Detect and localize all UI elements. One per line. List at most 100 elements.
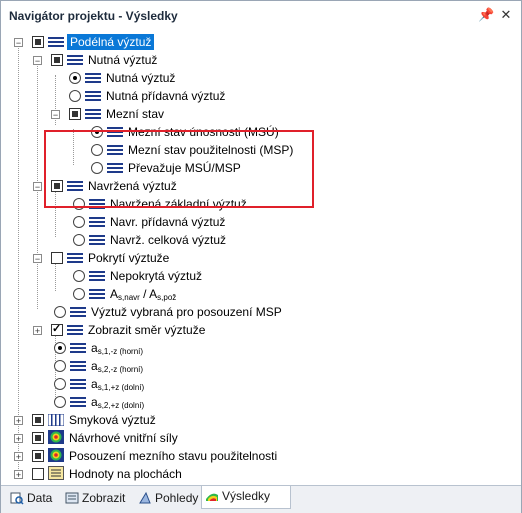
expand-icon[interactable]: +	[14, 416, 23, 426]
radio-button[interactable]	[73, 234, 85, 246]
tree-item-label: Výztuž vybraná pro posouzení MSP	[91, 305, 282, 319]
radio-button[interactable]	[73, 288, 85, 300]
tree-node-label: Nutná výztuž	[88, 53, 158, 67]
lines-icon	[67, 325, 83, 335]
tree-node-label: Zobrazit směr výztuže	[88, 323, 206, 337]
lines-icon	[85, 109, 101, 119]
tree-item-label: Navrž. celková výztuž	[110, 233, 227, 247]
tree-node-label: Posouzení mezního stavu použitelnosti	[69, 449, 278, 463]
title-bar: Navigátor projektu - Výsledky 📌 ✕	[1, 1, 521, 31]
radio-button[interactable]	[73, 270, 85, 282]
tree-item-as-1-plus-z[interactable]: as,1,+z (dolní)	[1, 375, 301, 393]
tree-item-label: Nutná přídavná výztuž	[106, 89, 226, 103]
tree-checkbox[interactable]	[32, 432, 44, 444]
lines-icon	[70, 307, 86, 317]
lines-icon	[70, 361, 86, 371]
tab-label: Výsledky	[222, 489, 271, 503]
tree-node-label: Mezní stav	[106, 107, 165, 121]
tree-item-as-1-minus-z[interactable]: as,1,-z (horní)	[1, 339, 301, 357]
contour-icon	[48, 448, 64, 462]
tree-item-nutna-pridavna[interactable]: Nutná přídavná výztuž	[1, 87, 301, 105]
radio-button[interactable]	[54, 360, 66, 372]
tree-node-navrhove-sily[interactable]: + Návrhové vnitřní síly	[1, 429, 301, 447]
tree-checkbox[interactable]	[32, 450, 44, 462]
navigator-tabs: Data Zobrazit Pohledy Výsledky	[1, 485, 521, 513]
expand-icon[interactable]: +	[14, 434, 23, 444]
tree-checkbox[interactable]	[51, 252, 63, 264]
tree-checkbox[interactable]	[51, 322, 63, 336]
tree-node-label: Hodnoty na plochách	[69, 467, 182, 481]
lines-icon	[70, 379, 86, 389]
tree-node-mezni-stav[interactable]: − Mezní stav	[1, 105, 301, 123]
tree-checkbox[interactable]	[32, 36, 44, 48]
collapse-icon[interactable]: −	[14, 38, 23, 48]
expand-icon[interactable]: +	[14, 470, 23, 480]
tab-label: Data	[27, 491, 53, 505]
radio-button[interactable]	[54, 396, 66, 408]
collapse-icon[interactable]: −	[33, 254, 42, 264]
radio-button[interactable]	[54, 306, 66, 318]
results-tree: − Podélná výztuž − Nutná výztuž Nutná vý…	[1, 31, 521, 483]
tree-node-label: Návrhové vnitřní síly	[69, 431, 178, 445]
tree-checkbox[interactable]	[69, 108, 81, 120]
tree-item-as-2-minus-z[interactable]: as,2,-z (horní)	[1, 357, 301, 375]
tree-node-zobrazit-smer[interactable]: + Zobrazit směr výztuže	[1, 321, 301, 339]
tree-item-nepokryta[interactable]: Nepokrytá výztuž	[1, 267, 301, 285]
stirrups-icon	[48, 414, 64, 426]
tree-checkbox[interactable]	[32, 414, 44, 426]
project-navigator-window: Navigátor projektu - Výsledky 📌 ✕ − Podé…	[0, 0, 522, 513]
lines-icon	[85, 73, 101, 83]
tree-item-label: Nutná výztuž	[106, 71, 176, 85]
tree-item-as-2-plus-z[interactable]: as,2,+z (dolní)	[1, 393, 301, 411]
expand-icon[interactable]: +	[33, 326, 42, 336]
collapse-icon[interactable]: −	[51, 110, 60, 120]
lines-icon	[48, 37, 64, 47]
results-icon	[206, 493, 218, 501]
tab-label: Pohledy	[155, 491, 199, 505]
tree-node-smykova-vyztuz[interactable]: + Smyková výztuž	[1, 411, 301, 429]
tree-item-vyztuz-msp[interactable]: Výztuž vybraná pro posouzení MSP	[1, 303, 321, 321]
display-icon	[65, 492, 79, 504]
lines-icon	[70, 397, 86, 407]
lines-icon	[89, 217, 105, 227]
radio-button[interactable]	[69, 90, 81, 102]
lines-icon	[89, 271, 105, 281]
lines-icon	[85, 91, 101, 101]
contour-icon	[48, 430, 64, 444]
collapse-icon[interactable]: −	[33, 56, 42, 66]
tree-node-label: Podélná výztuž	[67, 34, 155, 50]
tab-vysledky[interactable]: Výsledky	[201, 486, 291, 509]
tree-item-label: Navr. přídavná výztuž	[110, 215, 226, 229]
lines-icon	[89, 235, 105, 245]
lines-icon	[89, 289, 105, 299]
expand-icon[interactable]: +	[14, 452, 23, 462]
grid-values-icon	[48, 466, 64, 480]
radio-button[interactable]	[69, 72, 81, 84]
radio-button[interactable]	[54, 342, 66, 354]
tree-item-label: Nepokrytá výztuž	[110, 269, 203, 283]
lines-icon	[67, 55, 83, 65]
tree-node-hodnoty-na-plochach[interactable]: + Hodnoty na plochách	[1, 465, 301, 483]
radio-button[interactable]	[73, 216, 85, 228]
tree-checkbox[interactable]	[51, 54, 63, 66]
tree-node-label: Pokrytí výztuže	[88, 251, 170, 265]
tree-item-navrz-celkova[interactable]: Navrž. celková výztuž	[1, 231, 301, 249]
window-title: Navigátor projektu - Výsledky	[9, 9, 178, 23]
lines-icon	[70, 343, 86, 353]
data-icon	[10, 492, 24, 505]
close-icon[interactable]: ✕	[498, 7, 514, 23]
tree-node-pokryti-vyztuze[interactable]: − Pokrytí výztuže	[1, 249, 301, 267]
tree-item-navr-pridavna[interactable]: Navr. přídavná výztuž	[1, 213, 301, 231]
tree-node-posouzeni-msp[interactable]: + Posouzení mezního stavu použitelnosti	[1, 447, 321, 465]
tree-node-label: Smyková výztuž	[69, 413, 156, 427]
tree-node-podelna-vyztuz[interactable]: − Podélná výztuž	[1, 33, 301, 51]
collapse-icon[interactable]: −	[33, 182, 42, 192]
pin-icon[interactable]: 📌	[478, 7, 494, 23]
tree-node-nutna-vyztuz[interactable]: − Nutná výztuž	[1, 51, 301, 69]
tree-item-nutna-vyztuz-radio[interactable]: Nutná výztuž	[1, 69, 301, 87]
tree-item-as-ratio[interactable]: As,navr / As,pož	[1, 285, 301, 303]
lines-icon	[67, 253, 83, 263]
highlight-frame	[44, 130, 314, 208]
radio-button[interactable]	[54, 378, 66, 390]
tree-checkbox[interactable]	[32, 468, 44, 480]
